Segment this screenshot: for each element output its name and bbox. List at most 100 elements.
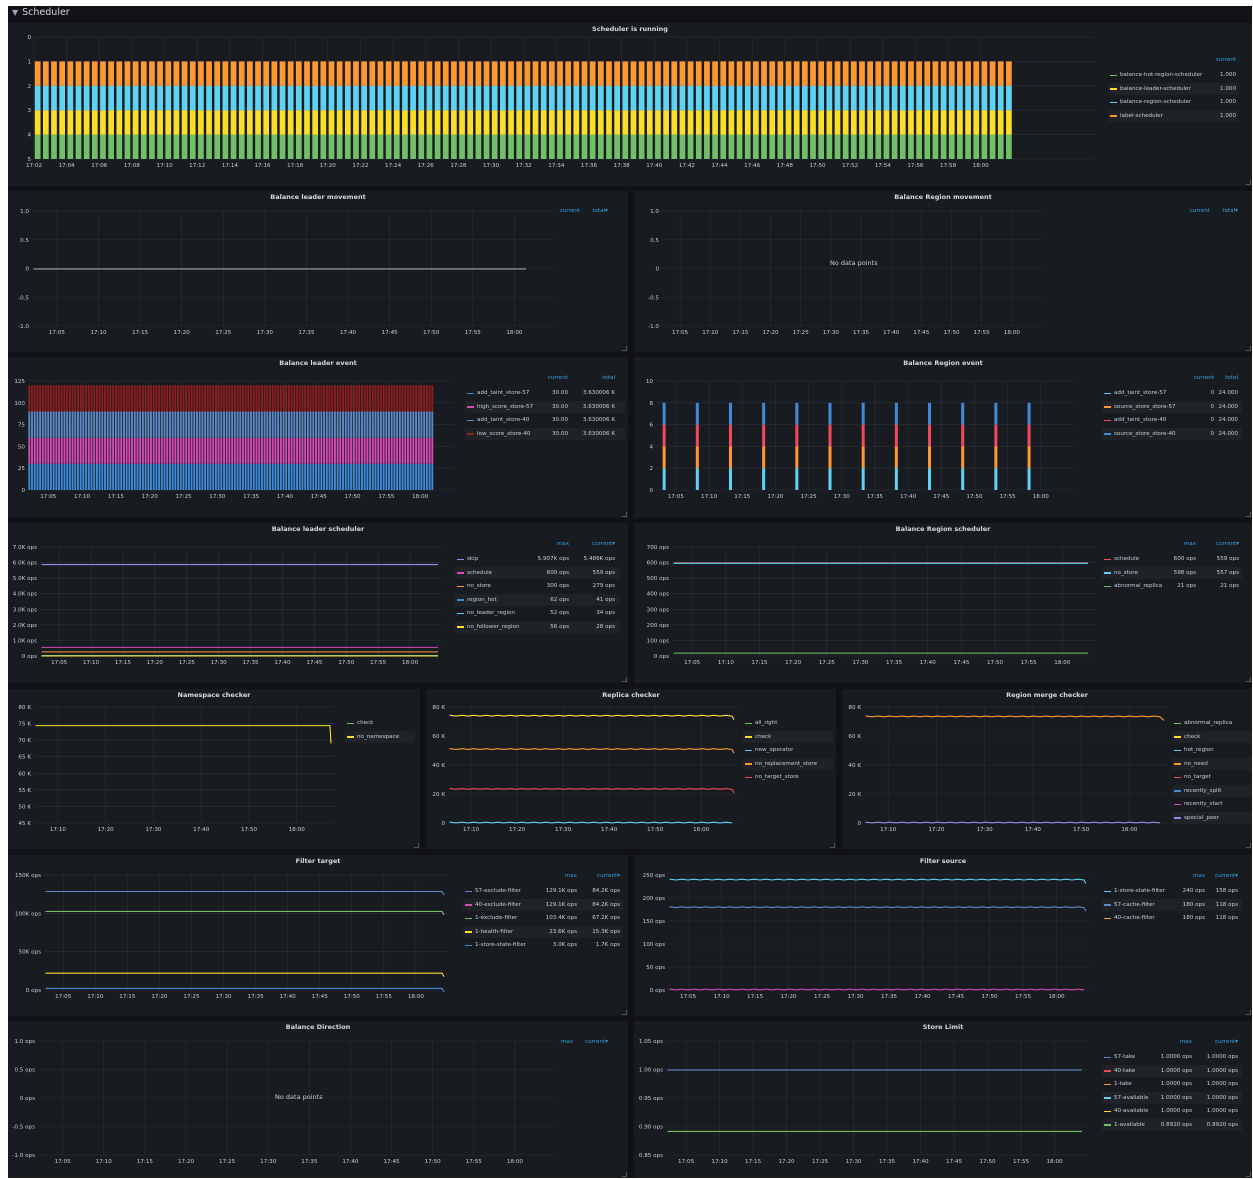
legend-column-header[interactable]: total	[1225, 375, 1238, 381]
resize-handle[interactable]	[1246, 1172, 1251, 1177]
legend-item[interactable]: label-scheduler 1.000	[1108, 109, 1238, 122]
legend-column-header[interactable]: total▾	[592, 208, 608, 214]
legend-column-header[interactable]: current	[1216, 57, 1236, 63]
legend-item[interactable]: 40-avaliable 1.0000 ops 1.0000 ops	[1102, 1105, 1242, 1117]
legend-column-header[interactable]: max	[1193, 873, 1205, 879]
legend-item[interactable]: 1-take 1.0000 ops 1.0000 ops	[1102, 1078, 1242, 1090]
legend-item[interactable]: 57-avaliable 1.0000 ops 1.0000 ops	[1102, 1091, 1242, 1104]
legend-item[interactable]: 1-store-state-filter 3.0K ops 1.7K ops	[463, 939, 623, 951]
legend-item[interactable]: 57-take 1.0000 ops 1.0000 ops	[1102, 1051, 1242, 1063]
legend-item[interactable]: balance-leader-scheduler 1.000	[1108, 82, 1238, 95]
legend-item[interactable]: no_target_store	[743, 771, 833, 783]
resize-handle[interactable]	[622, 512, 627, 517]
legend-column-header[interactable]: current▾	[592, 541, 615, 547]
legend-item[interactable]: schedule 600 ops 559 ops	[1102, 553, 1242, 565]
panel-rep-checker[interactable]: Replica checker 80 K 60 K 40 K 20 K 0 17:10 17:…	[426, 689, 836, 849]
legend-column-header[interactable]: max	[557, 541, 569, 547]
legend-item[interactable]: 1-exclude-filter 103.4K ops 67.2K ops	[463, 912, 623, 924]
panel-leader-move[interactable]: Balance leader movement 1.0 0.5 0 -0.5 -1.0 17…	[8, 191, 628, 352]
chevron-down-icon[interactable]: ▼	[12, 6, 18, 20]
legend-item[interactable]: balance-hot-region-scheduler 1.000	[1108, 69, 1238, 81]
panel-leader-sched[interactable]: Balance leader scheduler 7.0K ops 6.0K ops…	[8, 523, 628, 683]
legend-column-header[interactable]: current▾	[585, 1039, 608, 1045]
legend-item[interactable]: no_target	[1172, 771, 1252, 783]
panel-filter-source[interactable]: Filter source 250 ops 200 ops 150 ops 100 op…	[634, 855, 1252, 1016]
legend-item[interactable]: hot_region	[1172, 744, 1252, 756]
legend-item[interactable]: check	[345, 717, 415, 729]
legend-item[interactable]: add_taint_store-40 30.00 3.630006 K	[465, 414, 625, 426]
legend-item[interactable]: low_score_store-40 30.00 3.630006 K	[465, 427, 625, 440]
legend-column-header[interactable]: current	[560, 208, 580, 214]
legend-item[interactable]: schedule 600 ops 559 ops	[455, 566, 620, 579]
legend-item[interactable]: high_score_store-57 30.00 3.630006 K	[465, 400, 625, 413]
resize-handle[interactable]	[830, 843, 835, 848]
panel-store-limit[interactable]: Store Limit 1.05 ops 1.00 ops 0.95 ops 0.90 …	[634, 1021, 1252, 1178]
panel-merge-checker[interactable]: Region merge checker 80 K 60 K 40 K 20 K 0 17:…	[842, 689, 1252, 849]
legend-column-header[interactable]: current	[1190, 208, 1210, 214]
legend-column-header[interactable]: current	[1194, 375, 1214, 381]
legend-item[interactable]: no_leader_region 52 ops 34 ops	[455, 607, 620, 619]
legend-item[interactable]: add_taint_store-57 30.00 3.630006 K	[465, 387, 625, 399]
legend-item[interactable]: balance-region-scheduler 1.000	[1108, 96, 1238, 108]
legend-item[interactable]: 40-cache-filter 180 ops 118 ops	[1102, 912, 1242, 924]
resize-handle[interactable]	[414, 843, 419, 848]
legend-item[interactable]: region_hot 62 ops 41 ops	[455, 593, 620, 606]
legend-column-header[interactable]: max	[1180, 1039, 1192, 1045]
legend-column-header[interactable]: current▾	[597, 873, 620, 879]
resize-handle[interactable]	[1246, 1010, 1251, 1015]
legend-column-header[interactable]: current	[548, 375, 568, 381]
legend-item[interactable]: 40-exclude-filter 129.1K ops 84.2K ops	[463, 898, 623, 911]
legend-item[interactable]: abnormal_replica	[1172, 717, 1252, 729]
resize-handle[interactable]	[1246, 346, 1251, 351]
legend-item[interactable]: skip 5.907K ops 5.486K ops	[455, 553, 620, 565]
legend-item[interactable]: new_operator	[743, 744, 833, 756]
panel-filter-target[interactable]: Filter target 150K ops 100K ops 50K ops 0 op…	[8, 855, 628, 1016]
resize-handle[interactable]	[622, 677, 627, 682]
legend-item[interactable]: special_peer	[1172, 811, 1252, 824]
resize-handle[interactable]	[1246, 677, 1251, 682]
legend-column-header[interactable]: current▾	[1216, 541, 1239, 547]
legend-item[interactable]: 1-store-state-filter 240 ops 158 ops	[1102, 885, 1242, 897]
legend-item[interactable]: no_store 598 ops 557 ops	[1102, 566, 1242, 579]
resize-handle[interactable]	[622, 1010, 627, 1015]
legend-column-header[interactable]: max	[561, 1039, 573, 1045]
legend-item[interactable]: add_taint_store-40 0 24.000	[1102, 414, 1242, 426]
legend-column-header[interactable]: total	[602, 375, 615, 381]
legend-item[interactable]: check	[743, 730, 833, 743]
legend-item[interactable]: add_taint_store-57 0 24.000	[1102, 387, 1242, 399]
panel-ns-checker[interactable]: Namespace checker 80 K 75 K 70 K 65 K 60 K 55 …	[8, 689, 420, 849]
legend-item[interactable]: recently_split	[1172, 784, 1252, 797]
resize-handle[interactable]	[622, 346, 627, 351]
legend-item[interactable]: 1-avaliable 0.8920 ops 0.8920 ops	[1102, 1118, 1242, 1131]
legend-column-header[interactable]: max	[565, 873, 577, 879]
legend-item[interactable]: no_store 300 ops 279 ops	[455, 580, 620, 592]
legend-item[interactable]: check	[1172, 730, 1252, 743]
panel-region-sched[interactable]: Balance Region scheduler 700 ops 600 ops 50…	[634, 523, 1252, 683]
legend-item[interactable]: no_follower_region 56 ops 28 ops	[455, 620, 620, 633]
legend-item[interactable]: all_right	[743, 717, 833, 729]
legend-item[interactable]: no_namespace	[345, 730, 415, 743]
legend-item[interactable]: 57-exclude-filter 129.1K ops 84.2K ops	[463, 885, 623, 897]
resize-handle[interactable]	[1246, 180, 1251, 185]
legend-item[interactable]: abnormal_replica 21 ops 21 ops	[1102, 580, 1242, 592]
legend-column-header[interactable]: max	[1184, 541, 1196, 547]
legend-item[interactable]: recently_start	[1172, 798, 1252, 810]
panel-region-move[interactable]: Balance Region movement 1.0 0.5 0 -0.5 -1.0 17…	[634, 191, 1252, 352]
panel-sched-running[interactable]: Scheduler is running 0 1 2 3 4 5 17:02 17:04 17:0…	[8, 23, 1252, 186]
resize-handle[interactable]	[622, 1172, 627, 1177]
legend-column-header[interactable]: total▾	[1222, 208, 1238, 214]
legend-item[interactable]: 57-cache-filter 180 ops 118 ops	[1102, 898, 1242, 911]
legend-item[interactable]: source_store_store-57 0 24.000	[1102, 400, 1242, 413]
panel-leader-event[interactable]: Balance leader event 125 100 75 50 25 0 17:05 17…	[8, 357, 628, 518]
panel-balance-dir[interactable]: Balance Direction 1.0 ops 0.5 ops 0 ops -0.5…	[8, 1021, 628, 1178]
resize-handle[interactable]	[1246, 843, 1251, 848]
legend-item[interactable]: no_replacement_store	[743, 757, 833, 770]
legend-column-header[interactable]: current▾	[1215, 873, 1238, 879]
legend-item[interactable]: 40-take 1.0000 ops 1.0000 ops	[1102, 1064, 1242, 1077]
legend-item[interactable]: 1-health-filter 23.6K ops 15.3K ops	[463, 925, 623, 938]
resize-handle[interactable]	[1246, 512, 1251, 517]
panel-region-event[interactable]: Balance Region event 10 8 6 4 2 0 17:05 17:10 17:…	[634, 357, 1252, 518]
legend-item[interactable]: source_store_store-40 0 24.000	[1102, 427, 1242, 440]
legend-column-header[interactable]: current▾	[1215, 1039, 1238, 1045]
row-header[interactable]: ▼ Scheduler	[8, 6, 1252, 20]
